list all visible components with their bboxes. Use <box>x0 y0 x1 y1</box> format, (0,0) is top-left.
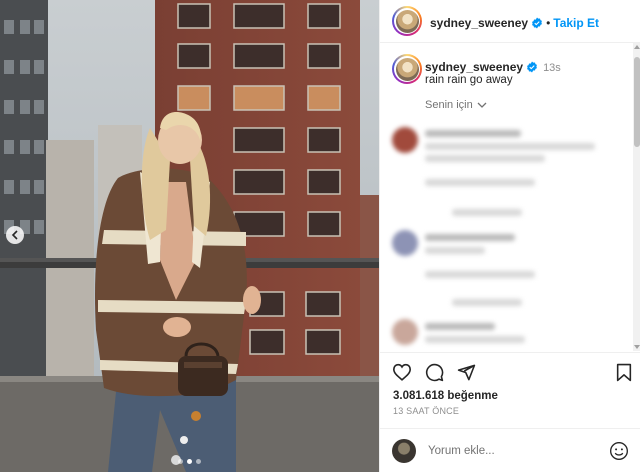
comment-avatar <box>392 127 418 153</box>
chevron-down-icon <box>477 102 487 108</box>
carousel-dots <box>0 459 379 464</box>
comments-scrollbar[interactable] <box>633 43 640 351</box>
current-user-avatar <box>392 439 416 463</box>
like-count[interactable]: 3.081.618 beğenme <box>393 390 498 402</box>
comment-icon[interactable] <box>425 363 444 382</box>
scroll-down-arrow[interactable] <box>634 345 640 349</box>
add-comment-bar <box>380 428 640 473</box>
chevron-left-icon <box>11 230 18 240</box>
caption-username[interactable]: sydney_sweeney <box>425 60 523 74</box>
carousel-dot-active <box>187 459 192 464</box>
verified-badge-icon <box>532 17 543 29</box>
author-avatar[interactable] <box>392 6 422 36</box>
post-photo-illustration <box>0 0 379 472</box>
scroll-thumb[interactable] <box>634 57 640 147</box>
post-time-ago[interactable]: 13 SAAT ÖNCE <box>393 406 459 416</box>
comment-sort-label: Senin için <box>425 99 473 111</box>
bookmark-icon[interactable] <box>616 363 632 382</box>
verified-badge-icon <box>527 61 538 73</box>
caption-text: rain rain go away <box>425 74 513 86</box>
previous-slide-button[interactable] <box>6 226 24 244</box>
follow-button[interactable]: Takip Et <box>553 16 599 30</box>
post-image[interactable] <box>0 0 379 472</box>
post-header: sydney_sweeney • Takip Et <box>380 0 640 43</box>
heart-icon[interactable] <box>392 363 412 381</box>
emoji-icon[interactable] <box>609 441 629 461</box>
comment-sort-dropdown[interactable]: Senin için <box>425 99 487 111</box>
post-side-panel: sydney_sweeney • Takip Et sydney_sweeney 13… <box>379 0 640 472</box>
comments-list[interactable]: sydney_sweeney 13s rain rain go away Seni… <box>380 43 632 351</box>
scroll-up-arrow[interactable] <box>634 45 640 49</box>
share-icon[interactable] <box>457 363 476 382</box>
carousel-dot <box>178 459 183 464</box>
header-separator: • <box>546 16 551 30</box>
carousel-dot <box>196 459 201 464</box>
comment-avatar <box>392 319 418 345</box>
action-bar <box>380 352 640 389</box>
comment-avatar <box>392 230 418 256</box>
author-username[interactable]: sydney_sweeney <box>430 16 528 30</box>
caption-time: 13s <box>543 62 561 74</box>
caption-author-avatar[interactable] <box>392 54 422 84</box>
comment-input[interactable] <box>428 443 588 459</box>
